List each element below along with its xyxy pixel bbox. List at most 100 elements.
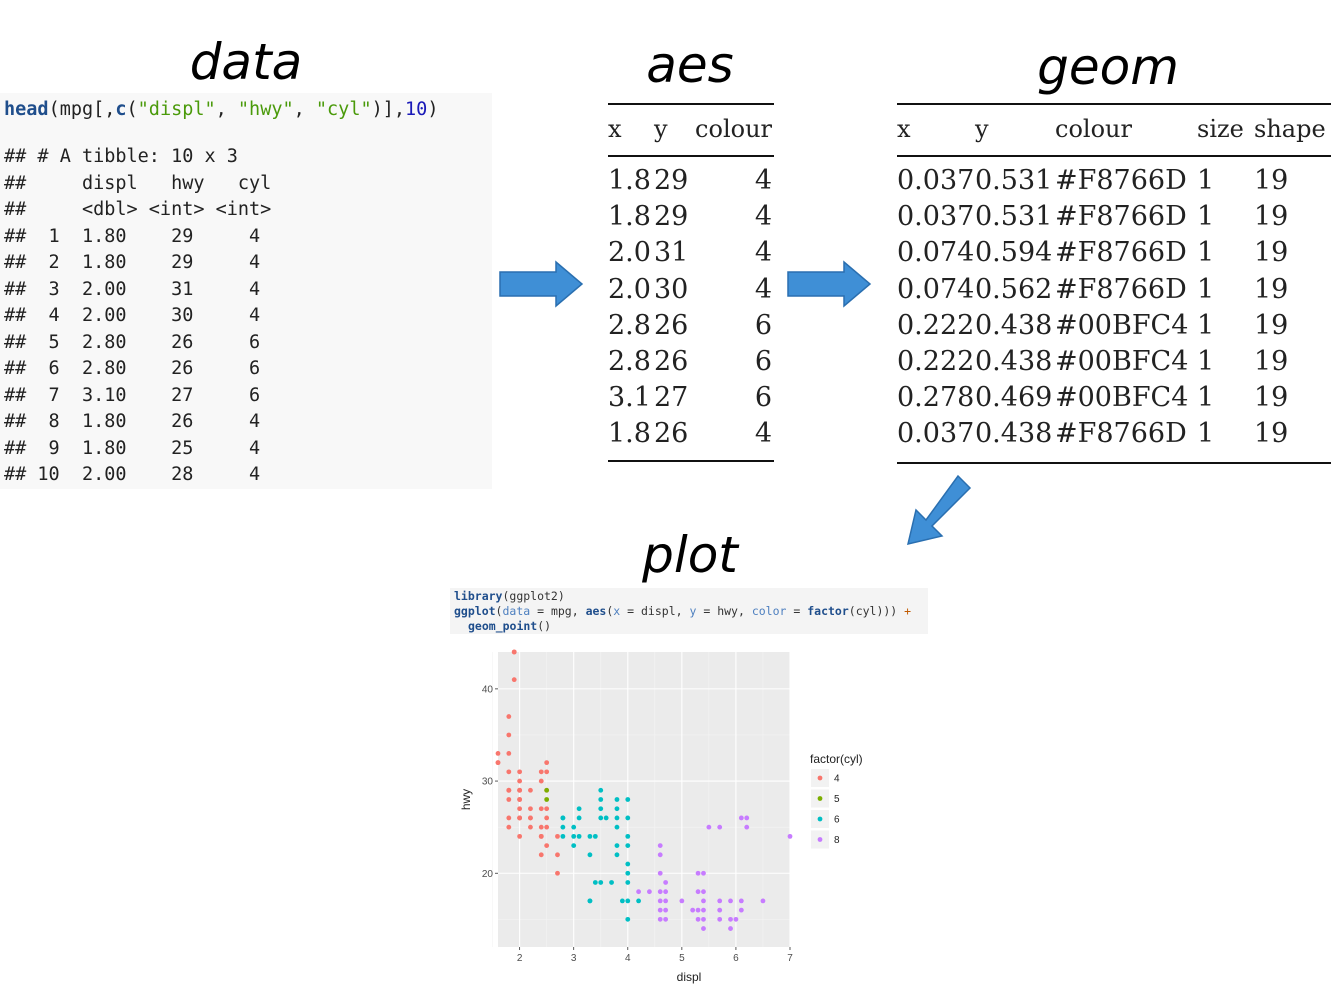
x-axis-label: displ [677, 970, 702, 984]
table-header-cell: x [608, 115, 622, 143]
x-tick-label: 4 [625, 953, 631, 964]
scatter-point-cyl-6 [625, 843, 631, 848]
y-tick-label: 40 [482, 684, 494, 695]
table-cell: #F8766D [1055, 273, 1187, 305]
table-header-cell: size [1197, 115, 1244, 143]
code-fn: ggplot [454, 604, 496, 618]
table-cell: 0.278 [897, 382, 975, 414]
scatter-point-cyl-8 [733, 916, 739, 922]
code-text: (mpg[, [48, 99, 116, 120]
scatter-point-cyl-6 [625, 833, 631, 839]
table-top-rule [608, 103, 774, 105]
scatter-point-cyl-4 [555, 870, 560, 876]
table-cell: 0.222 [897, 346, 975, 377]
table-cell: 4 [754, 201, 772, 233]
scatter-point-cyl-8 [679, 898, 685, 904]
code-line-1: library(ggplot2) [454, 589, 565, 603]
table-cell: #00BFC4 [1055, 382, 1189, 414]
table-cell: 2.0 [608, 273, 651, 305]
code-text: () [537, 619, 552, 633]
table-cell: 19 [1254, 309, 1289, 341]
table-mid-rule [608, 155, 774, 157]
table-cell: #F8766D [1055, 201, 1187, 233]
table-header-cell: y [654, 115, 668, 143]
scatter-point-cyl-4 [495, 760, 501, 766]
table-cell: 1 [1197, 237, 1215, 269]
scatter-point-cyl-4 [517, 797, 523, 802]
geom-table: x y colour size shape 0.037 0.531 #F8766D 1 19 0.0… [897, 103, 1331, 465]
x-tick-label: 5 [679, 953, 685, 964]
scatter-point-cyl-8 [717, 907, 723, 913]
code-text: (ggplot2) [502, 589, 565, 603]
scatter-point-cyl-6 [598, 787, 604, 793]
code-string: "cyl" [315, 99, 372, 120]
scatter-point-cyl-4 [544, 769, 550, 775]
table-cell: 0.438 [975, 418, 1053, 450]
legend-label: 8 [834, 835, 840, 846]
scatter-point-cyl-8 [701, 916, 706, 922]
x-tick-label: 7 [787, 953, 793, 964]
table-cell: 0.037 [897, 201, 975, 233]
table-cell: 29 [654, 165, 689, 196]
table-cell: 2.8 [608, 309, 651, 341]
scatter-point-cyl-6 [571, 833, 577, 839]
scatter-point-cyl-4 [506, 787, 512, 793]
table-cell: 0.037 [897, 418, 975, 450]
scatter-point-cyl-4 [517, 769, 523, 775]
scatter-point-cyl-8 [695, 907, 701, 913]
plot-title: plot [642, 526, 738, 584]
scatter-point-cyl-4 [538, 806, 544, 812]
scatter-point-cyl-4 [506, 797, 512, 802]
table-cell: 6 [754, 382, 772, 414]
scatter-point-cyl-6 [625, 916, 631, 922]
table-cell: #F8766D [1055, 165, 1187, 196]
tibble-output-line: ## 3 2.00 31 4 [4, 278, 261, 300]
table-cell: 4 [754, 418, 772, 450]
data-title: data [189, 33, 303, 91]
tibble-output-line: ## 9 1.80 25 4 [4, 437, 261, 459]
scatter-point-cyl-6 [636, 898, 641, 904]
scatter-point-cyl-8 [701, 926, 706, 931]
tibble-output-line: ## 5 2.80 26 6 [4, 331, 261, 353]
scatter-point-cyl-6 [598, 806, 604, 812]
scatter-point-cyl-8 [728, 916, 733, 922]
scatter-point-cyl-6 [614, 806, 620, 812]
code-text: = mpg, [530, 604, 586, 618]
scatter-point-cyl-6 [592, 880, 598, 885]
scatter-point-cyl-4 [538, 824, 544, 830]
table-cell: 0.531 [975, 165, 1053, 196]
geom-title: geom [1037, 38, 1179, 96]
scatter-point-cyl-6 [587, 833, 593, 839]
aes-table: x y colour 1.8 29 4 1.8 29 4 2.0 31 4 2.0 30 4 2.8 26 6 2.… [608, 103, 774, 465]
code-string: "displ" [137, 99, 216, 120]
table-cell: 19 [1254, 382, 1289, 414]
table-cell: 26 [654, 418, 689, 450]
scatter-point-cyl-8 [738, 898, 744, 904]
legend-title: factor(cyl) [810, 752, 863, 766]
legend-point [817, 816, 823, 822]
y-tick-label: 30 [482, 777, 494, 788]
scatter-point-cyl-8 [728, 898, 733, 904]
tibble-output-line: ## 8 1.80 26 4 [4, 411, 261, 432]
scatter-point-cyl-6 [598, 880, 604, 885]
table-cell: #00BFC4 [1055, 346, 1189, 377]
table-header-cell: shape [1254, 115, 1326, 143]
code-text: = [786, 604, 808, 618]
code-text: )], [371, 99, 406, 120]
code-fn: library [454, 589, 503, 603]
x-tick-label: 2 [517, 953, 523, 964]
scatter-point-cyl-6 [598, 797, 604, 802]
table-cell: 26 [654, 309, 689, 341]
scatter-point-cyl-8 [663, 907, 669, 913]
scatter-point-cyl-6 [603, 815, 609, 821]
scatter-point-cyl-6 [625, 861, 631, 867]
code-line-2: ggplot(data = mpg, aes(x = displ, y = hw… [454, 604, 911, 618]
table-header-cell: colour [1055, 115, 1132, 143]
scatter-point-cyl-8 [717, 916, 723, 922]
table-cell: 1 [1197, 309, 1215, 341]
table-cell: 31 [654, 237, 689, 269]
scatter-point-cyl-8 [657, 889, 663, 895]
scatter-point-cyl-8 [701, 898, 706, 904]
scatter-point-cyl-6 [625, 870, 631, 876]
tibble-output-line: ## <dbl> <int> <int> [4, 199, 272, 220]
